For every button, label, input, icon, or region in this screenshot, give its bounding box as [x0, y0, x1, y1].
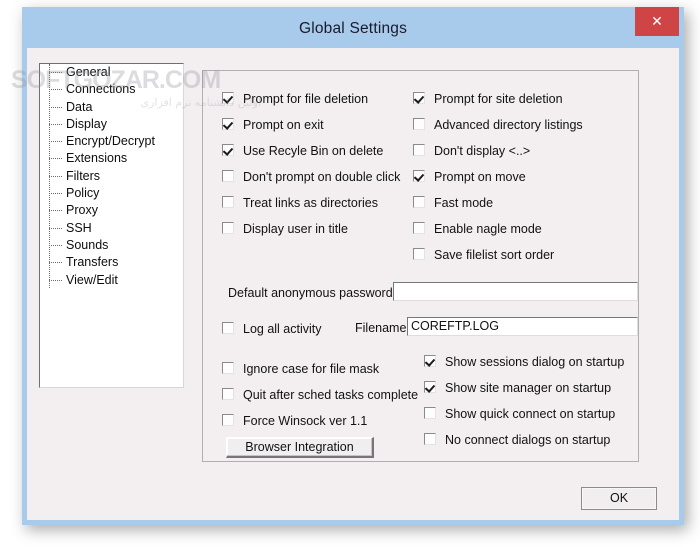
general-options-groupbox: Prompt for file deletion Prompt on exit …: [202, 70, 639, 462]
checkbox-quit-after-sched-tasks-complete[interactable]: Quit after sched tasks complete: [222, 386, 418, 404]
checkbox-prompt-for-file-deletion[interactable]: Prompt for file deletion: [222, 90, 368, 108]
checkbox-label: Show quick connect on startup: [445, 407, 616, 421]
checkbox-use-recyle-bin-on-delete[interactable]: Use Recyle Bin on delete: [222, 142, 383, 160]
sidebar-item-data[interactable]: Data: [40, 99, 183, 116]
checkbox-treat-links-as-directories[interactable]: Treat links as directories: [222, 194, 378, 212]
checkbox-box: [413, 222, 425, 234]
checkbox-label: Don't prompt on double click: [243, 170, 401, 184]
checkbox-label: Display user in title: [243, 222, 348, 236]
checkbox-label: Use Recyle Bin on delete: [243, 144, 384, 158]
checkbox-box: [222, 170, 234, 182]
checkbox-show-sessions-dialog-on-startup[interactable]: Show sessions dialog on startup: [424, 353, 624, 371]
sidebar-item-connections[interactable]: Connections: [40, 81, 183, 98]
checkbox-box: [222, 414, 234, 426]
checkbox-box: [413, 248, 425, 260]
checkbox-label: Save filelist sort order: [434, 248, 555, 262]
sidebar-item-extensions[interactable]: Extensions: [40, 150, 183, 167]
checkbox-dont-prompt-on-double-click[interactable]: Don't prompt on double click: [222, 168, 400, 186]
anonymous-password-input[interactable]: [393, 282, 638, 301]
sidebar-item-encrypt-decrypt[interactable]: Encrypt/Decrypt: [40, 133, 183, 150]
sidebar-item-filters[interactable]: Filters: [40, 168, 183, 185]
checkbox-box: [424, 355, 436, 367]
dialog-window: Global Settings ✕ SOFTGOZAR.COM اولین دا…: [11, 7, 684, 525]
sidebar-item-proxy[interactable]: Proxy: [40, 202, 183, 219]
checkbox-display-user-in-title[interactable]: Display user in title: [222, 220, 348, 238]
checkbox-box: [222, 144, 234, 156]
checkbox-force-winsock-ver-1-1[interactable]: Force Winsock ver 1.1: [222, 412, 367, 430]
screenshot-root: Global Settings ✕ SOFTGOZAR.COM اولین دا…: [0, 0, 700, 547]
checkbox-box: [413, 144, 425, 156]
checkbox-box: [413, 92, 425, 104]
checkbox-label: Prompt for site deletion: [434, 92, 563, 106]
checkbox-box: [222, 92, 234, 104]
checkbox-prompt-for-site-deletion[interactable]: Prompt for site deletion: [413, 90, 563, 108]
settings-category-tree[interactable]: General Connections Data Display Encrypt…: [39, 63, 184, 388]
checkbox-label: Prompt on move: [434, 170, 526, 184]
checkbox-advanced-directory-listings[interactable]: Advanced directory listings: [413, 116, 583, 134]
checkbox-box: [424, 381, 436, 393]
sidebar-item-ssh[interactable]: SSH: [40, 220, 183, 237]
checkbox-label: Ignore case for file mask: [243, 362, 380, 376]
checkbox-dont-display-dotdot[interactable]: Don't display <..>: [413, 142, 530, 160]
checkbox-enable-nagle-mode[interactable]: Enable nagle mode: [413, 220, 542, 238]
checkbox-label: Log all activity: [243, 322, 322, 336]
checkbox-no-connect-dialogs-on-startup[interactable]: No connect dialogs on startup: [424, 431, 610, 449]
checkbox-label: Fast mode: [434, 196, 494, 210]
close-icon[interactable]: ✕: [635, 7, 679, 36]
window-title: Global Settings: [298, 20, 408, 37]
checkbox-save-filelist-sort-order[interactable]: Save filelist sort order: [413, 246, 554, 264]
checkbox-ignore-case-for-file-mask[interactable]: Ignore case for file mask: [222, 360, 379, 378]
checkbox-show-site-manager-on-startup[interactable]: Show site manager on startup: [424, 379, 611, 397]
checkbox-box: [424, 433, 436, 445]
checkbox-label: Show site manager on startup: [445, 381, 612, 395]
checkbox-prompt-on-exit[interactable]: Prompt on exit: [222, 116, 324, 134]
checkbox-box: [413, 196, 425, 208]
anonymous-password-label: Default anonymous password:: [228, 286, 397, 300]
checkbox-show-quick-connect-on-startup[interactable]: Show quick connect on startup: [424, 405, 615, 423]
checkbox-box: [222, 118, 234, 130]
checkbox-label: Advanced directory listings: [434, 118, 583, 132]
sidebar-item-view-edit[interactable]: View/Edit: [40, 272, 183, 289]
sidebar-item-general[interactable]: General: [40, 64, 183, 81]
sidebar-item-display[interactable]: Display: [40, 116, 183, 133]
checkbox-label: Enable nagle mode: [434, 222, 542, 236]
checkbox-label: Prompt on exit: [243, 118, 324, 132]
dialog-client-area: SOFTGOZAR.COM اولین دانشنامه نرم افزاری …: [11, 48, 679, 520]
checkbox-box: [222, 388, 234, 400]
checkbox-box: [413, 170, 425, 182]
checkbox-box: [222, 196, 234, 208]
checkbox-label: Prompt for file deletion: [243, 92, 369, 106]
sidebar-item-policy[interactable]: Policy: [40, 185, 183, 202]
checkbox-label: Don't display <..>: [434, 144, 531, 158]
log-filename-input[interactable]: COREFTP.LOG: [407, 317, 638, 336]
title-bar: Global Settings ✕: [27, 7, 679, 48]
window-inner: Global Settings ✕ SOFTGOZAR.COM اولین دا…: [11, 7, 679, 520]
checkbox-log-all-activity[interactable]: Log all activity: [222, 320, 322, 338]
ok-button[interactable]: OK: [581, 487, 657, 510]
checkbox-label: Quit after sched tasks complete: [243, 388, 419, 402]
checkbox-fast-mode[interactable]: Fast mode: [413, 194, 493, 212]
checkbox-prompt-on-move[interactable]: Prompt on move: [413, 168, 526, 186]
checkbox-box: [413, 118, 425, 130]
checkbox-label: No connect dialogs on startup: [445, 433, 611, 447]
browser-integration-button[interactable]: Browser Integration: [226, 437, 374, 458]
checkbox-label: Treat links as directories: [243, 196, 378, 210]
checkbox-box: [222, 322, 234, 334]
checkbox-label: Force Winsock ver 1.1: [243, 414, 368, 428]
sidebar-item-sounds[interactable]: Sounds: [40, 237, 183, 254]
checkbox-box: [222, 222, 234, 234]
checkbox-box: [424, 407, 436, 419]
checkbox-box: [222, 362, 234, 374]
sidebar-item-transfers[interactable]: Transfers: [40, 254, 183, 271]
log-filename-label: Filename:: [355, 321, 410, 335]
checkbox-label: Show sessions dialog on startup: [445, 355, 625, 369]
